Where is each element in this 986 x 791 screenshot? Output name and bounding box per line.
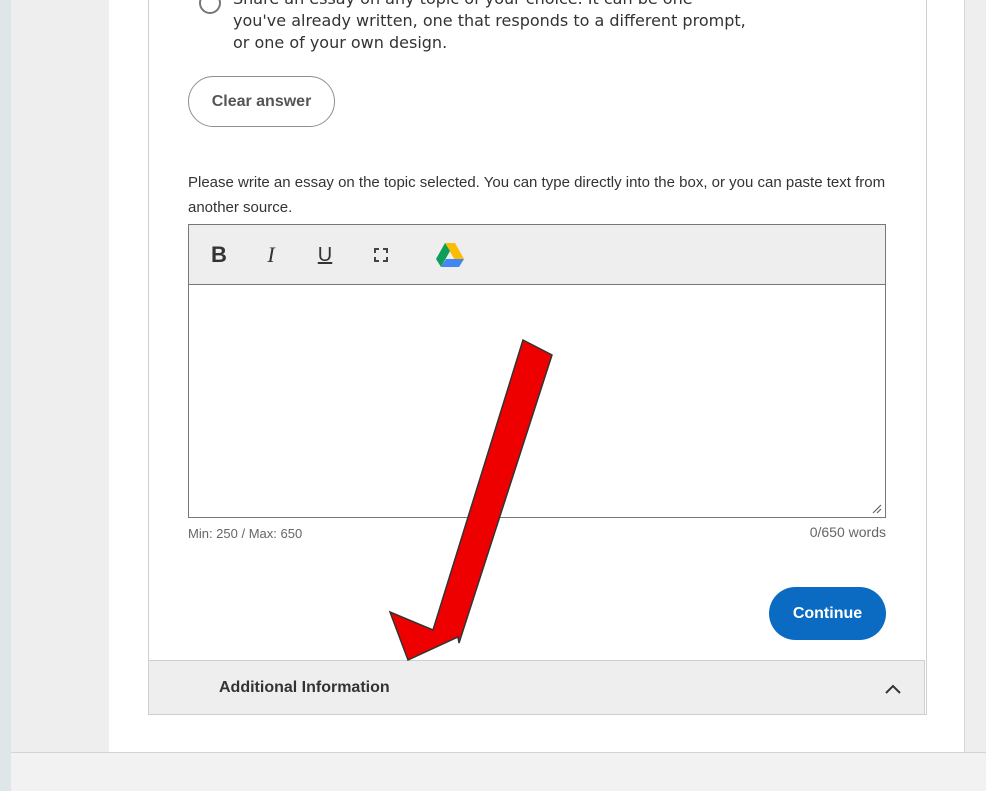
essay-option-line: you've already written, one that respond… [233,11,746,30]
italic-button[interactable]: I [259,225,283,285]
additional-information-toggle[interactable]: Additional Information [148,660,925,714]
chevron-up-icon [885,684,901,694]
essay-textarea[interactable] [189,285,885,517]
editor-toolbar: B I U [189,225,885,285]
continue-button[interactable]: Continue [769,587,886,640]
google-drive-icon[interactable] [433,225,467,285]
expand-icon[interactable] [369,225,393,285]
essay-editor: B I U [188,224,886,518]
essay-option-label[interactable]: Share an essay on any topic of your choi… [233,0,833,54]
essay-option-line: Share an essay on any topic of your choi… [233,0,833,10]
essay-instructions: Please write an essay on the topic selec… [188,174,886,216]
word-limit-text: Min: 250 / Max: 650 [188,526,303,541]
footer-band [11,752,986,791]
underline-button[interactable]: U [313,225,337,285]
additional-information-title: Additional Information [219,679,390,696]
bold-button[interactable]: B [206,225,232,285]
word-count: 0/650 words [809,524,886,540]
clear-answer-button[interactable]: Clear answer [188,76,335,127]
resize-handle-icon[interactable] [870,502,882,514]
essay-option-line: or one of your own design. [233,33,448,52]
